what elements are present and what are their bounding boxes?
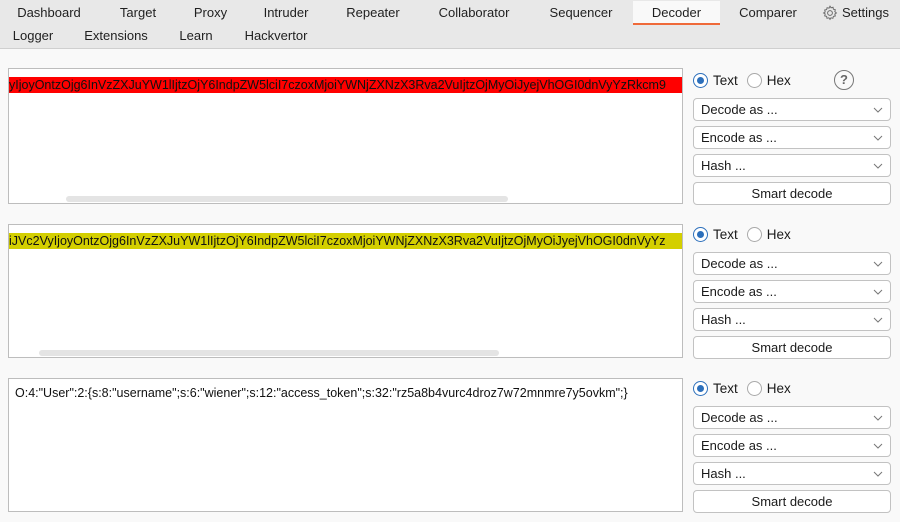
encoded-text-line[interactable]: iJVc2VyIjoyOntzOjg6InVzZXJuYW1lIjtzOjY6I… xyxy=(9,233,682,249)
tab-intruder[interactable]: Intruder xyxy=(254,1,318,25)
chevron-down-icon xyxy=(873,163,883,169)
tab-decoder[interactable]: Decoder xyxy=(633,1,720,25)
tab-hackvertor[interactable]: Hackvertor xyxy=(238,24,314,48)
tab-collaborator[interactable]: Collaborator xyxy=(428,1,520,25)
radio-unselected-icon xyxy=(746,72,762,88)
hex-radio[interactable]: Hex xyxy=(746,72,791,88)
chevron-down-icon xyxy=(873,135,883,141)
encode-as-select[interactable]: Encode as ... xyxy=(693,280,891,303)
tab-repeater[interactable]: Repeater xyxy=(336,1,410,25)
chevron-down-icon xyxy=(873,471,883,477)
decode-as-label: Decode as ... xyxy=(701,102,778,117)
decoder-panel-1-editor[interactable]: yIjoyOntzOjg6InVzZXJuYW1lIjtzOjY6IndpZW5… xyxy=(8,68,683,204)
encode-as-select[interactable]: Encode as ... xyxy=(693,434,891,457)
text-radio-label: Text xyxy=(713,380,738,396)
hash-label: Hash ... xyxy=(701,158,746,173)
radio-selected-icon xyxy=(693,380,708,396)
tab-extensions[interactable]: Extensions xyxy=(78,24,154,48)
radio-selected-icon xyxy=(693,226,708,242)
decoder-panel-2-editor[interactable]: iJVc2VyIjoyOntzOjg6InVzZXJuYW1lIjtzOjY6I… xyxy=(8,224,683,358)
hex-radio[interactable]: Hex xyxy=(746,380,791,396)
chevron-down-icon xyxy=(873,107,883,113)
text-radio[interactable]: Text xyxy=(693,226,738,242)
main-tab-bar: Dashboard Target Proxy Intruder Repeater… xyxy=(0,0,900,49)
encode-as-label: Encode as ... xyxy=(701,284,777,299)
radio-selected-icon xyxy=(693,72,708,88)
tab-logger[interactable]: Logger xyxy=(6,24,60,48)
tab-sequencer[interactable]: Sequencer xyxy=(540,1,622,25)
hex-radio[interactable]: Hex xyxy=(746,226,791,242)
hex-radio-label: Hex xyxy=(766,226,791,242)
hash-select[interactable]: Hash ... xyxy=(693,462,891,485)
decode-as-select[interactable]: Decode as ... xyxy=(693,252,891,275)
hash-label: Hash ... xyxy=(701,312,746,327)
tab-settings[interactable]: Settings xyxy=(822,1,896,25)
decoded-text-line[interactable]: O:4:"User":2:{s:8:"username";s:6:"wiener… xyxy=(9,385,682,401)
hex-radio-label: Hex xyxy=(766,72,791,88)
smart-decode-button[interactable]: Smart decode xyxy=(693,182,891,205)
tab-proxy[interactable]: Proxy xyxy=(183,1,238,25)
hash-select[interactable]: Hash ... xyxy=(693,308,891,331)
decoder-panel-3-controls: Text Hex Decode as ... Encode as ... Has… xyxy=(693,378,891,513)
smart-decode-button[interactable]: Smart decode xyxy=(693,336,891,359)
tab-learn[interactable]: Learn xyxy=(172,24,220,48)
encode-as-label: Encode as ... xyxy=(701,438,777,453)
horizontal-scrollbar[interactable] xyxy=(39,350,499,356)
hash-label: Hash ... xyxy=(701,466,746,481)
text-radio[interactable]: Text xyxy=(693,380,738,396)
decoder-panel-3-editor[interactable]: O:4:"User":2:{s:8:"username";s:6:"wiener… xyxy=(8,378,683,512)
text-radio[interactable]: Text xyxy=(693,72,738,88)
radio-unselected-icon xyxy=(746,380,762,396)
horizontal-scrollbar[interactable] xyxy=(66,196,508,202)
chevron-down-icon xyxy=(873,443,883,449)
hex-radio-label: Hex xyxy=(766,380,791,396)
radio-unselected-icon xyxy=(746,226,762,242)
decoder-panel-2-controls: Text Hex Decode as ... Encode as ... Has… xyxy=(693,224,891,359)
decoder-panel-1-controls: Text Hex ? Decode as ... Encode as ... H… xyxy=(693,70,891,205)
smart-decode-button[interactable]: Smart decode xyxy=(693,490,891,513)
chevron-down-icon xyxy=(873,317,883,323)
encode-as-select[interactable]: Encode as ... xyxy=(693,126,891,149)
chevron-down-icon xyxy=(873,261,883,267)
decode-as-label: Decode as ... xyxy=(701,410,778,425)
encoded-text-line[interactable]: yIjoyOntzOjg6InVzZXJuYW1lIjtzOjY6IndpZW5… xyxy=(9,77,682,93)
encode-as-label: Encode as ... xyxy=(701,130,777,145)
gear-icon xyxy=(822,5,838,21)
decode-as-select[interactable]: Decode as ... xyxy=(693,98,891,121)
chevron-down-icon xyxy=(873,289,883,295)
help-icon[interactable]: ? xyxy=(834,70,854,90)
text-radio-label: Text xyxy=(713,72,738,88)
tab-dashboard[interactable]: Dashboard xyxy=(8,1,90,25)
tab-target[interactable]: Target xyxy=(108,1,168,25)
chevron-down-icon xyxy=(873,415,883,421)
hash-select[interactable]: Hash ... xyxy=(693,154,891,177)
tab-settings-label: Settings xyxy=(842,5,889,20)
decode-as-select[interactable]: Decode as ... xyxy=(693,406,891,429)
tab-comparer[interactable]: Comparer xyxy=(730,1,806,25)
decode-as-label: Decode as ... xyxy=(701,256,778,271)
text-radio-label: Text xyxy=(713,226,738,242)
